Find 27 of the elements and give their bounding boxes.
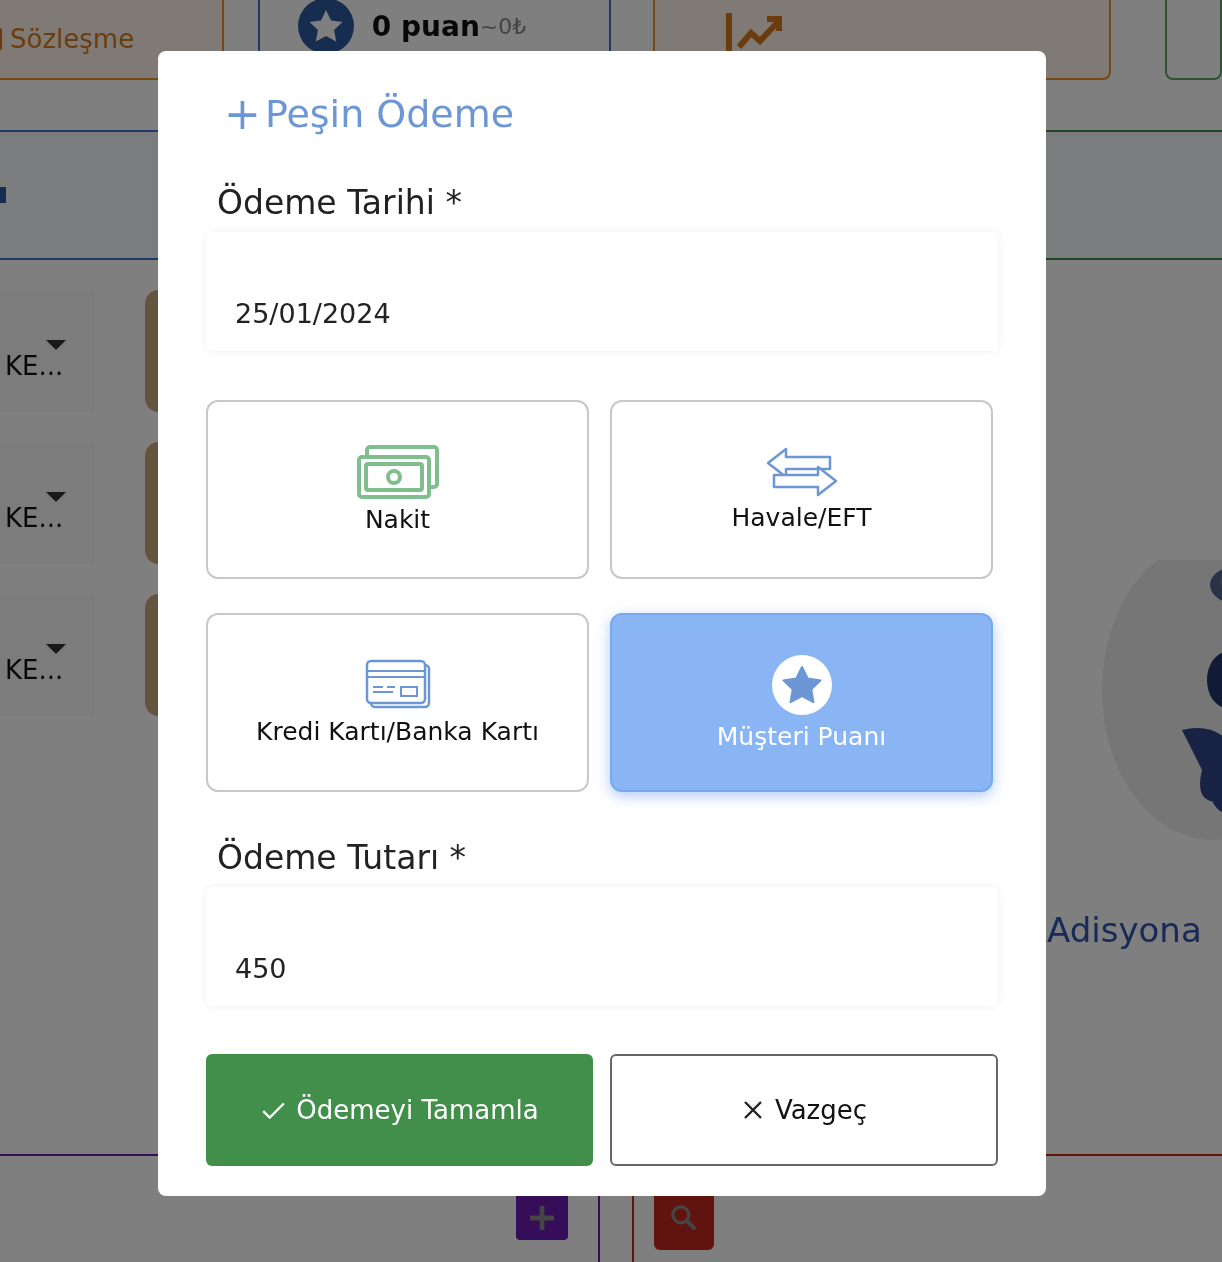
amount-field[interactable]: 450 (206, 887, 998, 1006)
payment-option[interactable]: Nakit (206, 400, 589, 579)
card-label: Sözleşme (10, 24, 135, 54)
dialog-title: Peşin Ödeme (264, 92, 515, 136)
payment-option[interactable]: Havale/EFT (610, 400, 993, 579)
plus-icon: + (224, 91, 261, 137)
add-button[interactable] (516, 1196, 568, 1240)
points-value: 0 puan (371, 9, 480, 43)
points-approx: ~0₺ (479, 13, 527, 39)
cancel-button[interactable]: Vazgeç (610, 1054, 998, 1166)
marker-bar (0, 187, 6, 203)
payment-option[interactable]: Kredi Kartı/Banka Kartı (206, 613, 589, 792)
caret-icon (46, 644, 66, 654)
transfer-arrows-icon (765, 447, 838, 497)
date-field[interactable]: 25/01/2024 (206, 232, 998, 351)
banknotes-icon (356, 445, 439, 499)
field-label: Ödeme Tutarı * (217, 838, 468, 877)
dropdown-value: KE... (5, 504, 64, 532)
complete-button[interactable]: Ödemeyi Tamamla (206, 1054, 593, 1166)
cards-icon (364, 659, 431, 711)
dropdown-value: KE... (5, 352, 64, 380)
search-button[interactable] (654, 1196, 714, 1250)
field-label: Ödeme Tarihi * (217, 183, 463, 222)
dropdown-value: KE... (5, 656, 64, 684)
link[interactable]: Adisyona (1047, 910, 1202, 950)
caret-icon (46, 492, 66, 502)
caret-icon (46, 340, 66, 350)
